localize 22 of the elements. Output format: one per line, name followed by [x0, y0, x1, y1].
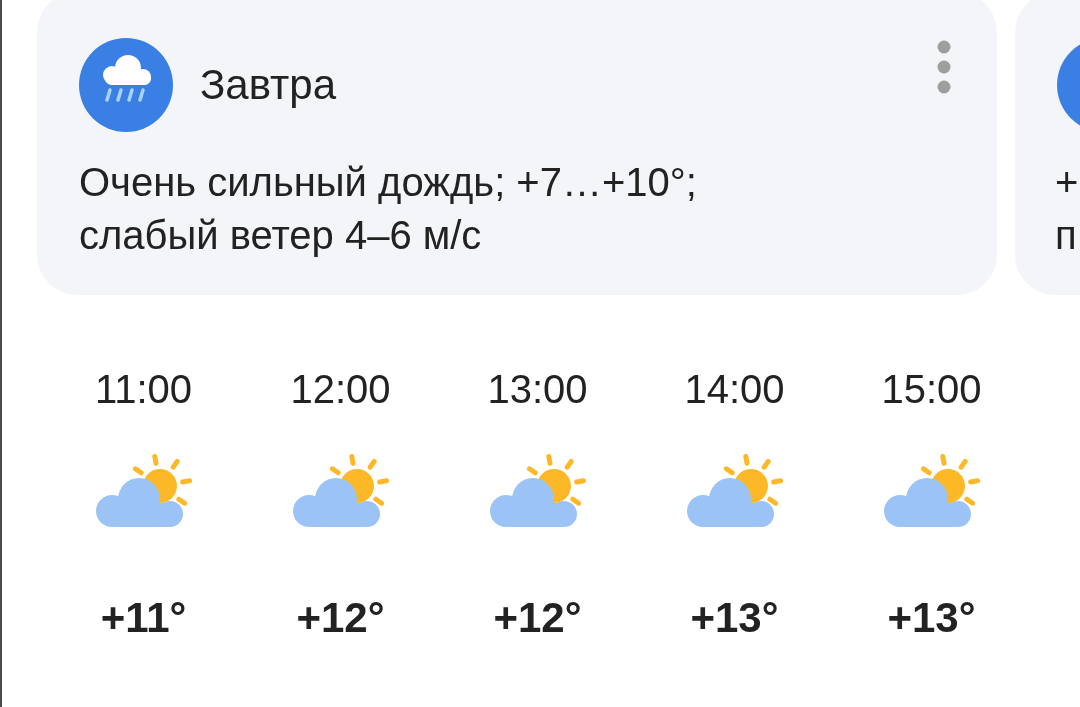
more-options-icon [937, 40, 951, 94]
hour-temperature: +12° [296, 593, 385, 643]
sun-behind-cloud-icon [488, 454, 587, 529]
hour-label: 11:00 [94, 366, 193, 413]
more-options-button[interactable] [937, 40, 953, 94]
hour-temperature: +12° [493, 593, 582, 643]
hour-temperature: +13° [887, 593, 976, 643]
sun-behind-cloud-icon [291, 454, 390, 529]
forecast-text-fragment: + [1055, 159, 1079, 206]
hour-temperature: +11° [100, 593, 187, 643]
rain-cloud-icon [79, 38, 173, 132]
hour-label: 13:00 [487, 366, 588, 413]
card-title: Завтра [200, 60, 337, 110]
hour-temperature: +13° [690, 593, 779, 643]
sun-behind-cloud-icon [685, 454, 784, 529]
hour-label: 15:00 [881, 366, 982, 413]
forecast-description: Очень сильный дождь; +7…+10°; слабый ветер 4–6 м/с [79, 159, 698, 259]
sun-behind-cloud-icon [94, 454, 193, 529]
sun-behind-cloud-icon [882, 454, 981, 529]
hour-label: 12:00 [290, 366, 391, 413]
hour-label: 14:00 [684, 366, 785, 413]
forecast-text-fragment: п [1055, 212, 1077, 259]
